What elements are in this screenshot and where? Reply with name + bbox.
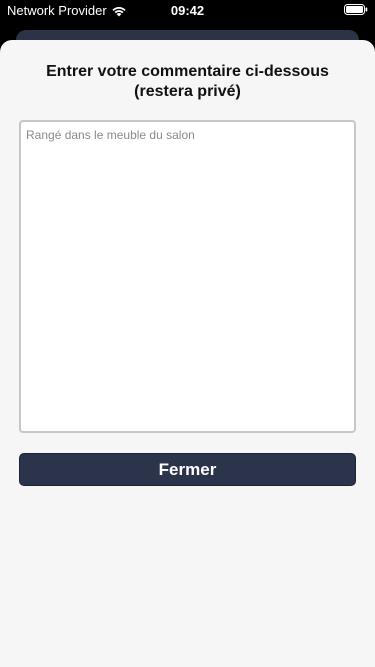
battery-icon [344,4,368,15]
comment-textarea[interactable] [19,120,356,433]
status-bar: Network Provider 09:42 [0,0,375,20]
comment-sheet: Entrer votre commentaire ci-dessous (res… [0,40,375,667]
sheet-title: Entrer votre commentaire ci-dessous (res… [20,62,355,102]
status-time: 09:42 [170,3,205,18]
sheet-title-line1: Entrer votre commentaire ci-dessous [46,63,329,80]
sheet-title-line2: (restera privé) [134,83,241,100]
close-button[interactable]: Fermer [19,453,356,486]
